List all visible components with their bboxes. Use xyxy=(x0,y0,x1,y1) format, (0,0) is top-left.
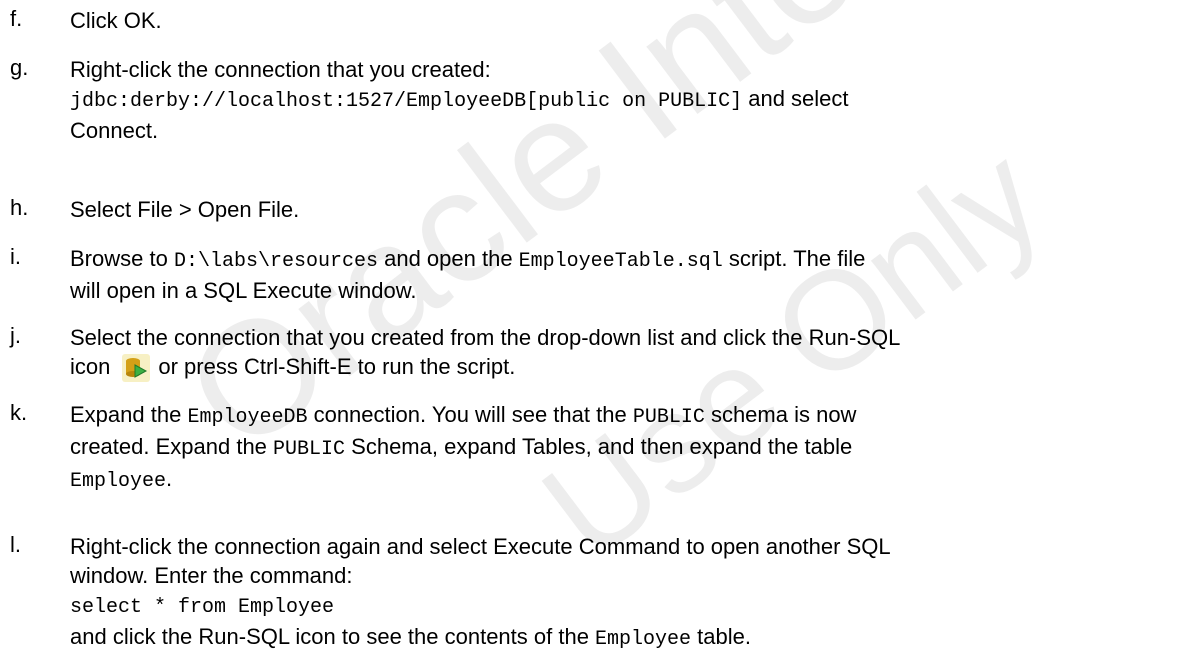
body-text: created. Expand the xyxy=(70,434,274,459)
body-text: Select File > Open File. xyxy=(70,197,300,222)
body-text: Right-click the connection that you crea… xyxy=(70,57,491,82)
step-letter: h. xyxy=(10,195,29,220)
code-text: Employee xyxy=(70,470,167,493)
code-text: select * from Employee xyxy=(70,596,335,619)
body-text: connection. You will see that the xyxy=(307,402,633,427)
step-letter: g. xyxy=(10,55,29,80)
step-letter: i. xyxy=(10,244,21,269)
code-text: D:\labs\resources xyxy=(173,250,378,273)
code-text: PUBLIC xyxy=(632,406,705,429)
code-text: EmployeeDB xyxy=(187,406,308,429)
code-text: EmployeeTable.sql xyxy=(518,250,723,273)
body-text: window. Enter the command: xyxy=(70,563,353,588)
step-body: Select the connection that you created f… xyxy=(70,323,1180,383)
step-body: Select File > Open File. xyxy=(70,195,1180,224)
body-text: Schema, expand Tables, and then expand t… xyxy=(345,434,853,459)
step-letter: j. xyxy=(10,323,21,348)
step-body: Right-click the connection again and sel… xyxy=(70,532,1180,654)
body-text: table. xyxy=(691,624,751,649)
run-sql-icon xyxy=(122,354,151,383)
body-text: script. The file xyxy=(722,246,866,271)
body-text: Right-click the connection again and sel… xyxy=(70,534,891,559)
body-text: will open in a SQL Execute window. xyxy=(70,278,417,303)
step-letter: f. xyxy=(10,6,23,31)
step-letter: k. xyxy=(10,400,28,425)
body-text: Click OK. xyxy=(70,8,162,33)
code-text: jdbc:derby://localhost:1527/EmployeeDB[p… xyxy=(70,90,743,113)
body-text: Select the connection that you created f… xyxy=(70,325,901,350)
body-text: and click the Run-SQL icon to see the co… xyxy=(70,624,596,649)
body-text: and open the xyxy=(377,246,519,271)
body-text: Browse to xyxy=(70,246,174,271)
body-text: icon xyxy=(70,354,111,379)
body-text: Expand the xyxy=(70,402,188,427)
body-text: schema is now xyxy=(704,402,857,427)
step-body: Right-click the connection that you crea… xyxy=(70,55,1180,145)
body-text: and select xyxy=(742,86,849,111)
step-body: Browse to D:\labs\resources and open the… xyxy=(70,244,1180,305)
step-body: Expand the EmployeeDB connection. You wi… xyxy=(70,400,1180,496)
code-text: PUBLIC xyxy=(273,438,346,461)
body-text: Connect. xyxy=(70,118,159,143)
step-letter: l. xyxy=(10,532,21,557)
body-text: or press Ctrl-Shift-E to run the script. xyxy=(158,354,516,379)
code-text: Employee xyxy=(595,628,692,651)
body-text: . xyxy=(166,466,173,491)
step-body: Click OK. xyxy=(70,6,1180,35)
